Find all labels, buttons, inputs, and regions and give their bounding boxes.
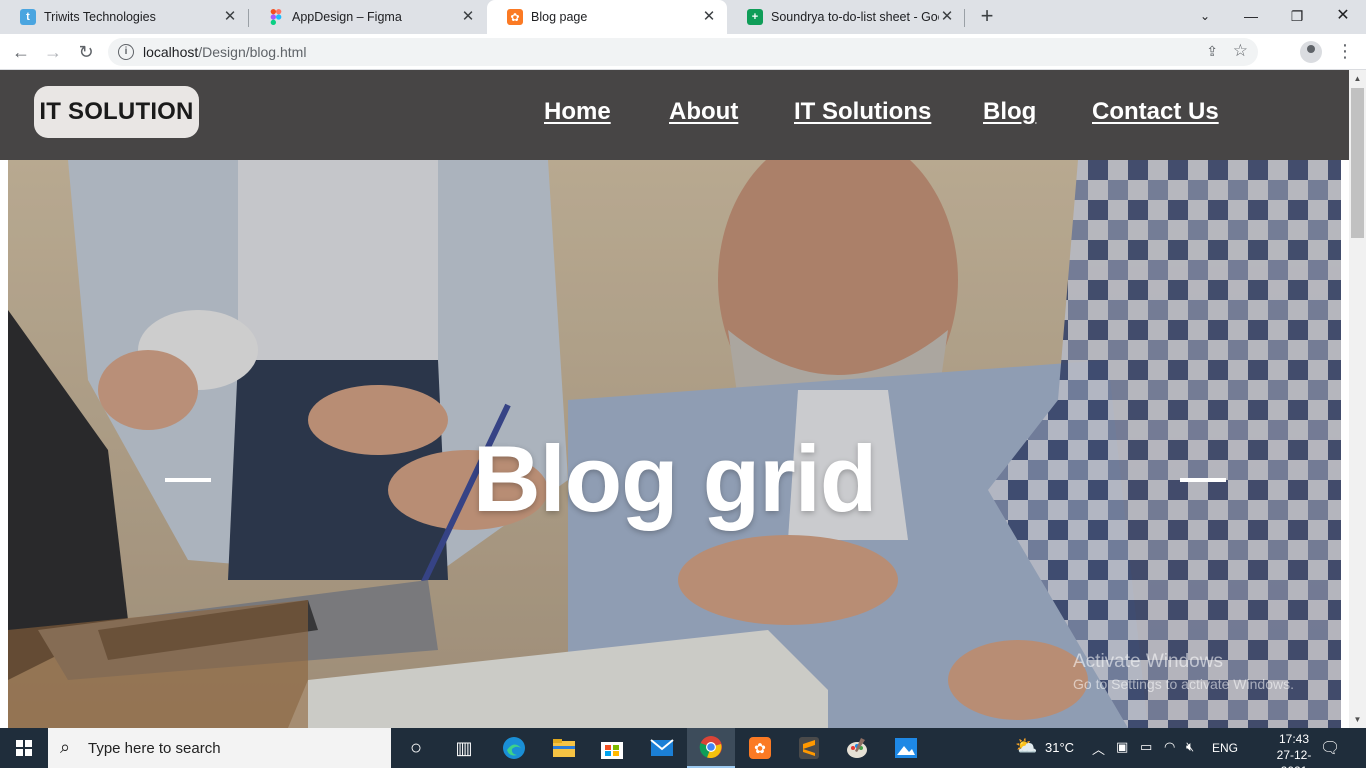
browser-tab-strip: t Triwits Technologies ✕ AppDesign – Fig… — [0, 0, 1366, 34]
nav-it-solutions-link[interactable]: IT Solutions — [794, 98, 931, 126]
share-icon[interactable]: ⇪ — [1206, 43, 1218, 60]
file-explorer-icon[interactable] — [540, 728, 588, 768]
notifications-icon[interactable]: 🗨︎ — [1320, 738, 1340, 758]
minimize-icon[interactable]: — — [1228, 0, 1274, 34]
profile-avatar-icon[interactable] — [1300, 41, 1322, 63]
clock-time: 17:43 — [1278, 732, 1310, 746]
activate-windows-watermark: Activate Windows — [1073, 651, 1223, 672]
taskbar-search-box[interactable]: ⌕ Type here to search — [48, 728, 391, 768]
tab-title: Soundrya to-do-list sheet - Goog — [771, 10, 939, 24]
close-icon[interactable]: ✕ — [939, 9, 955, 25]
svg-text:✿: ✿ — [754, 741, 766, 757]
bookmark-star-icon[interactable]: ☆ — [1233, 41, 1248, 61]
tab-title: AppDesign – Figma — [292, 10, 402, 24]
menu-kebab-icon[interactable]: ⋮ — [1336, 41, 1354, 61]
url-path: /Design/blog.html — [198, 44, 307, 60]
windows-start-button[interactable] — [0, 728, 48, 768]
nav-contact-link[interactable]: Contact Us — [1092, 98, 1219, 126]
volume-muted-icon[interactable]: 🔇︎ — [1186, 739, 1194, 755]
reload-icon[interactable]: ↻ — [74, 40, 98, 64]
paint-icon[interactable] — [833, 728, 881, 768]
new-tab-plus-icon[interactable]: + — [976, 5, 998, 28]
scroll-thumb[interactable] — [1351, 88, 1364, 238]
site-header: IT SOLUTION Home About IT Solutions Blog… — [0, 70, 1349, 160]
xampp-favicon-icon: ✿ — [507, 9, 523, 25]
xampp-icon[interactable]: ✿ — [736, 728, 784, 768]
close-icon[interactable]: ✕ — [701, 9, 717, 25]
url-host: localhost — [143, 44, 199, 60]
figma-favicon-icon — [268, 9, 284, 25]
photos-icon[interactable] — [882, 728, 930, 768]
nav-about-link[interactable]: About — [669, 98, 738, 126]
network-icon[interactable]: ◠ — [1164, 739, 1175, 755]
weather-temperature[interactable]: 31°C — [1045, 740, 1074, 755]
page-scrollbar[interactable]: ▲ ▼ — [1349, 70, 1366, 728]
hero-banner: Blog grid Activate Windows Go to Setting… — [8, 160, 1341, 728]
close-icon[interactable]: ✕ — [460, 9, 476, 25]
edge-browser-icon[interactable] — [490, 728, 538, 768]
windows-logo-icon — [16, 740, 32, 756]
activate-windows-subtext: Go to Settings to activate Windows. — [1073, 676, 1294, 692]
scroll-down-arrow-icon[interactable]: ▼ — [1349, 715, 1366, 724]
tab-title: Blog page — [531, 10, 588, 24]
back-arrow-icon[interactable]: ← — [9, 40, 33, 64]
tab-triwits[interactable]: t Triwits Technologies ✕ — [0, 0, 248, 34]
clock-date: 27-12-2021 — [1276, 748, 1312, 778]
nav-blog-link[interactable]: Blog — [983, 98, 1036, 126]
hero-title: Blog grid — [472, 426, 878, 531]
search-placeholder: Type here to search — [88, 740, 221, 757]
battery-icon[interactable]: ▭ — [1140, 739, 1152, 755]
scroll-up-arrow-icon[interactable]: ▲ — [1349, 74, 1366, 83]
nav-home-link[interactable]: Home — [544, 98, 611, 126]
task-view-icon[interactable]: ▥ — [440, 728, 488, 768]
tab-sheets[interactable]: + Soundrya to-do-list sheet - Goog ✕ — [727, 0, 965, 34]
tray-expand-chevron-icon[interactable]: ︿ — [1092, 739, 1105, 758]
mail-icon[interactable] — [638, 728, 686, 768]
restore-icon[interactable]: ❐ — [1274, 0, 1320, 34]
sheets-favicon-icon: + — [747, 9, 763, 25]
tab-blog-page[interactable]: ✿ Blog page ✕ — [487, 0, 727, 34]
windows-taskbar: ⌕ Type here to search ○ ▥ ✿ ⛅ 31°C ︿ ▣ ▭… — [0, 728, 1366, 778]
tab-figma[interactable]: AppDesign – Figma ✕ — [248, 0, 486, 34]
tab-title: Triwits Technologies — [44, 10, 156, 24]
search-icon: ⌕ — [60, 737, 71, 757]
meet-now-icon[interactable]: ▣ — [1116, 739, 1128, 755]
close-icon[interactable]: ✕ — [222, 9, 238, 25]
tab-search-chevron-icon[interactable]: ⌄ — [1182, 0, 1228, 34]
url-text[interactable]: localhost/Design/blog.html — [143, 44, 306, 60]
microsoft-store-icon[interactable] — [588, 728, 636, 768]
address-bar[interactable]: i localhost/Design/blog.html ⇪ ☆ — [108, 38, 1258, 66]
sublime-text-icon[interactable] — [785, 728, 833, 768]
chrome-icon[interactable] — [687, 728, 735, 768]
site-info-icon[interactable]: i — [118, 44, 134, 60]
page-viewport: IT SOLUTION Home About IT Solutions Blog… — [0, 70, 1366, 728]
window-close-icon[interactable]: ✕ — [1320, 0, 1366, 34]
cortana-circle-icon[interactable]: ○ — [392, 728, 440, 768]
system-clock[interactable]: 17:43 27-12-2021 — [1265, 731, 1323, 779]
site-logo[interactable]: IT SOLUTION — [34, 86, 199, 138]
triwits-favicon-icon: t — [20, 9, 36, 25]
tab-separator — [964, 9, 965, 27]
weather-sun-icon[interactable]: ⛅ — [1015, 736, 1037, 757]
input-language[interactable]: ENG — [1212, 741, 1238, 755]
browser-toolbar: ← → ↻ i localhost/Design/blog.html ⇪ ☆ ⋮ — [0, 34, 1366, 70]
forward-arrow-icon[interactable]: → — [41, 40, 65, 64]
